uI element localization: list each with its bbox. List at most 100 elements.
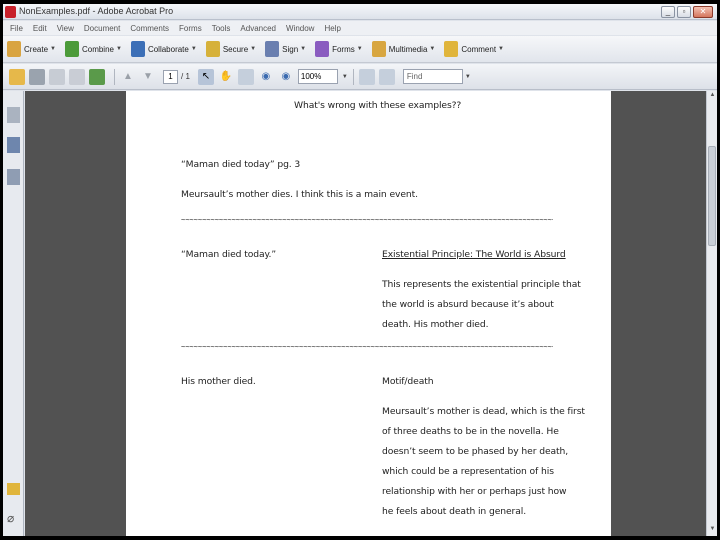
menu-bar: File Edit View Document Comments Forms T… <box>3 21 717 35</box>
example3-quote: His mother died. <box>181 376 256 387</box>
signatures-icon[interactable] <box>7 169 20 185</box>
chevron-down-icon: ▼ <box>115 46 122 52</box>
menu-view[interactable]: View <box>52 24 79 33</box>
chevron-down-icon: ▼ <box>300 46 307 52</box>
next-page-icon[interactable]: ▼ <box>140 69 156 85</box>
zoom-in-icon[interactable]: ◉ <box>278 69 294 85</box>
bookmarks-icon[interactable] <box>7 137 20 153</box>
hand-tool-icon[interactable]: ✋ <box>218 69 234 85</box>
example1-comment: Meursault’s mother dies. I think this is… <box>181 189 418 200</box>
menu-forms[interactable]: Forms <box>174 24 207 33</box>
text-line: This represents the existential principl… <box>382 279 581 290</box>
chevron-down-icon: ▼ <box>190 46 197 52</box>
window-controls: _ ▫ ✕ <box>661 6 713 18</box>
text-line: he feels about death in general. <box>382 506 527 517</box>
secure-label: Secure <box>222 44 249 54</box>
page-number-input[interactable]: 1 <box>163 69 178 84</box>
divider-line: ~~~~~~~~~~~~~~~~~~~~~~~~~~~~~~~~~~~~~~~~… <box>181 343 553 351</box>
forms-label: Forms <box>332 44 355 54</box>
pages-icon[interactable] <box>7 107 20 123</box>
chevron-down-icon: ▼ <box>498 46 504 52</box>
acrobat-window: NonExamples.pdf - Adobe Acrobat Pro _ ▫ … <box>3 4 717 536</box>
menu-edit[interactable]: Edit <box>28 24 52 33</box>
comments-icon[interactable] <box>7 483 20 495</box>
comment-bubble-icon <box>444 41 459 57</box>
collaborate-button[interactable]: Collaborate ▼ <box>130 41 197 57</box>
menu-window[interactable]: Window <box>281 24 319 33</box>
chevron-down-icon: ▼ <box>250 46 257 52</box>
screen-frame: NonExamples.pdf - Adobe Acrobat Pro _ ▫ … <box>0 0 720 540</box>
acrobat-app-icon <box>5 6 16 18</box>
text-line: of three deaths to be in the novella. He <box>382 426 559 437</box>
previous-page-icon[interactable]: ▲ <box>120 69 136 85</box>
find-input[interactable]: Find <box>402 69 463 84</box>
open-folder-icon[interactable] <box>9 68 25 85</box>
create-pdf-icon <box>7 41 21 57</box>
example3-explanation: Meursault’s mother is dead, which is the… <box>382 402 585 522</box>
combine-button[interactable]: Combine ▼ <box>64 41 122 57</box>
toolbar-divider <box>114 68 115 85</box>
example3-heading: Motif/death <box>382 376 434 387</box>
collaborate-icon <box>130 41 145 57</box>
navigation-toolbar: ▲ ▼ 1 / 1 ↖ ✋ ◉ ◉ 100% ▼ Find ▼ <box>3 64 717 90</box>
attachment-icon[interactable]: ⌀ <box>7 511 20 527</box>
menu-document[interactable]: Document <box>79 24 125 33</box>
menu-help[interactable]: Help <box>319 24 345 33</box>
print-icon[interactable] <box>29 68 45 85</box>
chevron-down-icon[interactable]: ▼ <box>465 74 471 80</box>
select-cursor-icon[interactable]: ↖ <box>197 68 214 85</box>
sign-label: Sign <box>282 44 299 54</box>
multimedia-icon <box>371 41 386 57</box>
create-label: Create <box>24 44 49 54</box>
pdf-page: What's wrong with these examples?? “Mama… <box>126 91 611 536</box>
text-line: relationship with her or perhaps just ho… <box>382 486 567 497</box>
scroll-up-icon[interactable]: ▲ <box>708 92 717 101</box>
chevron-down-icon: ▼ <box>429 46 436 52</box>
share-icon[interactable] <box>89 68 105 85</box>
tasks-toolbar: Create ▼ Combine ▼ Collaborate ▼ Secure ▼ Si… <box>3 36 717 63</box>
navigation-panel: ⌀ <box>3 91 24 536</box>
maximize-button[interactable]: ▫ <box>677 6 691 18</box>
divider-line: ~~~~~~~~~~~~~~~~~~~~~~~~~~~~~~~~~~~~~~~~… <box>181 216 553 224</box>
fit-page-icon[interactable] <box>358 68 375 85</box>
forms-icon <box>315 41 330 57</box>
sign-button[interactable]: Sign ▼ <box>265 41 306 57</box>
email-icon[interactable] <box>69 68 85 85</box>
menu-comments[interactable]: Comments <box>125 24 174 33</box>
menu-tools[interactable]: Tools <box>207 24 236 33</box>
comment-label: Comment <box>461 44 497 54</box>
scrollbar-thumb[interactable] <box>708 146 716 246</box>
toolbar-divider <box>352 68 354 85</box>
text-line: Meursault’s mother is dead, which is the… <box>382 406 585 417</box>
example2-heading: Existential Principle: The World is Absu… <box>382 249 566 260</box>
menu-file[interactable]: File <box>5 24 28 33</box>
example2-quote: “Maman died today.” <box>181 249 277 260</box>
scroll-down-icon[interactable]: ▼ <box>708 526 717 535</box>
example2-explanation: This represents the existential principl… <box>382 275 581 335</box>
title-bar: NonExamples.pdf - Adobe Acrobat Pro _ ▫ … <box>3 4 717 20</box>
menu-advanced[interactable]: Advanced <box>235 24 281 33</box>
multimedia-button[interactable]: Multimedia ▼ <box>371 41 436 57</box>
lock-icon <box>205 41 220 57</box>
document-viewport[interactable]: What's wrong with these examples?? “Mama… <box>25 91 706 536</box>
fit-width-icon[interactable] <box>378 68 395 85</box>
zoom-out-icon[interactable]: ◉ <box>258 69 274 85</box>
vertical-scrollbar[interactable]: ▲ ▼ <box>706 91 717 536</box>
combine-icon <box>64 41 79 57</box>
create-button[interactable]: Create ▼ <box>7 41 56 57</box>
example1-quote: “Maman died today” pg. 3 <box>181 159 301 170</box>
secure-button[interactable]: Secure ▼ <box>205 41 257 57</box>
comment-button[interactable]: Comment ▼ <box>444 41 504 57</box>
forms-button[interactable]: Forms ▼ <box>315 41 363 57</box>
text-line: the world is absurd because it’s about <box>382 299 554 310</box>
collaborate-label: Collaborate <box>147 44 189 54</box>
save-icon[interactable] <box>49 68 65 85</box>
chevron-down-icon: ▼ <box>356 46 363 52</box>
close-button[interactable]: ✕ <box>693 6 713 18</box>
text-line: death. His mother died. <box>382 319 489 330</box>
zoom-level-select[interactable]: 100% <box>297 69 338 84</box>
chevron-down-icon[interactable]: ▼ <box>342 74 348 80</box>
multimedia-label: Multimedia <box>388 44 428 54</box>
zoom-tool-icon[interactable] <box>237 68 254 85</box>
minimize-button[interactable]: _ <box>661 6 675 18</box>
